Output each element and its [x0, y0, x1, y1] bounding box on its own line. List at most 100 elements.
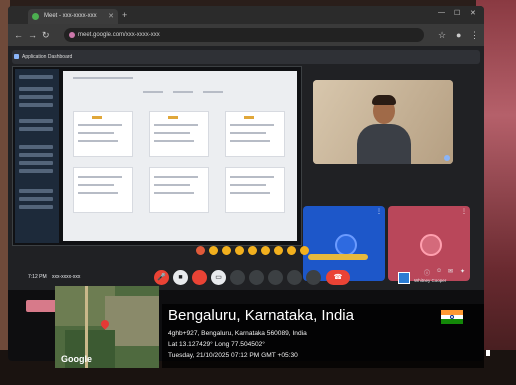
- participant-label: Whitney Cooper: [414, 278, 447, 283]
- reaction-think-icon[interactable]: [287, 246, 296, 255]
- forward-icon[interactable]: →: [28, 29, 37, 41]
- card-line: [78, 192, 118, 194]
- close-tab-icon[interactable]: ✕: [108, 9, 114, 24]
- shared-sidebar-item: [19, 119, 53, 123]
- camera-icon: ■: [178, 274, 183, 281]
- shared-screen: [12, 66, 302, 246]
- bookmark-star-icon[interactable]: ☆: [438, 29, 446, 41]
- doc-tab: [173, 91, 193, 93]
- maximize-icon[interactable]: ☐: [454, 9, 460, 17]
- new-tab-icon[interactable]: +: [122, 9, 127, 22]
- reaction-laugh-icon[interactable]: [248, 246, 257, 255]
- reaction-banner: [308, 254, 368, 260]
- doc-card: [73, 167, 133, 213]
- chat-icon[interactable]: ✉: [448, 268, 453, 275]
- card-line: [154, 132, 190, 134]
- reaction-surprise-icon[interactable]: [261, 246, 270, 255]
- india-flag-icon: [441, 310, 463, 324]
- doc-card: [225, 111, 285, 157]
- reload-icon[interactable]: ↻: [42, 29, 50, 41]
- person-body: [357, 124, 411, 164]
- back-icon[interactable]: ←: [14, 29, 23, 41]
- participant-mini-avatar[interactable]: [398, 272, 410, 284]
- tab-title: Meet - xxx-xxxx-xxx: [44, 13, 97, 19]
- shared-sidebar: [15, 69, 59, 243]
- doc-card: [73, 111, 133, 157]
- geotag-address: 4ghb+927, Bengaluru, Karnataka 560089, I…: [168, 330, 307, 337]
- card-line: [230, 124, 274, 126]
- shared-document: [63, 71, 297, 241]
- shared-sidebar-item: [19, 127, 53, 131]
- card-line: [230, 184, 266, 186]
- meet-header: Application Dashboard: [12, 50, 480, 64]
- reaction-heart-icon[interactable]: [196, 246, 205, 255]
- tile-menu-icon[interactable]: ⋮: [461, 208, 467, 215]
- card-line: [230, 192, 270, 194]
- doc-tab: [143, 91, 163, 93]
- right-panel-controls: Whitney Cooper ⓘ ☺ ✉ ✦: [398, 268, 478, 290]
- present-button[interactable]: [249, 270, 264, 285]
- card-tag: [244, 116, 254, 119]
- reaction-strip: [196, 246, 326, 258]
- reaction-cry-icon[interactable]: [274, 246, 283, 255]
- card-line: [78, 140, 118, 142]
- people-icon[interactable]: ☺: [436, 268, 442, 274]
- shared-sidebar-item: [19, 103, 53, 107]
- geotag-coords: Lat 13.127429° Long 77.504502°: [168, 341, 265, 348]
- reaction-clap-icon[interactable]: [235, 246, 244, 255]
- shared-sidebar-item: [19, 205, 53, 209]
- camera-toggle-button[interactable]: ■: [173, 270, 188, 285]
- geotag-title: Bengaluru, Karnataka, India: [168, 307, 354, 324]
- close-window-icon[interactable]: ✕: [470, 9, 476, 17]
- activities-icon[interactable]: ✦: [460, 268, 465, 275]
- card-line: [230, 132, 266, 134]
- captions-icon: ▭: [215, 274, 222, 281]
- participant-avatar: [335, 234, 357, 256]
- mic-off-icon: 🎤: [157, 274, 166, 281]
- doc-heading: [73, 77, 133, 79]
- menu-dots-icon[interactable]: ⋮: [470, 29, 479, 41]
- doc-card: [225, 167, 285, 213]
- info-icon[interactable]: ⓘ: [424, 268, 430, 277]
- mic-toggle-button[interactable]: 🎤: [154, 270, 169, 285]
- end-call-button[interactable]: ☎: [326, 270, 350, 285]
- map-logo: Google: [61, 354, 92, 364]
- site-info-icon[interactable]: [69, 32, 75, 38]
- participant-avatar: [420, 234, 442, 256]
- mic-status-icon: [444, 155, 450, 161]
- shared-sidebar-item: [19, 145, 53, 149]
- browser-toolbar: ← → ↻ meet.google.com/xxx-xxxx-xxx ☆ ● ⋮: [8, 24, 484, 46]
- reaction-thumbs-up-icon[interactable]: [209, 246, 218, 255]
- card-line: [78, 124, 122, 126]
- card-line: [78, 176, 122, 178]
- more-options-button[interactable]: [306, 270, 321, 285]
- raise-hand-button[interactable]: [268, 270, 283, 285]
- geotag-info-box: Bengaluru, Karnataka, India 4ghb+927, Be…: [162, 304, 484, 368]
- doc-card: [149, 111, 209, 157]
- reaction-party-icon[interactable]: [222, 246, 231, 255]
- call-controls: 🎤 ■ ▭ ☎: [154, 268, 374, 290]
- person-hair: [372, 95, 396, 105]
- meet-favicon-icon: [32, 13, 39, 20]
- profile-icon[interactable]: ●: [456, 29, 461, 41]
- camera-off-button[interactable]: [192, 270, 207, 285]
- browser-tab[interactable]: Meet - xxx-xxxx-xxx ✕: [28, 9, 118, 24]
- doc-card: [149, 167, 209, 213]
- emoji-button[interactable]: [230, 270, 245, 285]
- shared-sidebar-item: [19, 169, 53, 173]
- shared-sidebar-item: [19, 75, 53, 79]
- url-text: meet.google.com/xxx-xxxx-xxx: [78, 32, 160, 38]
- minimize-icon[interactable]: —: [438, 9, 445, 16]
- card-line: [154, 184, 190, 186]
- address-bar[interactable]: meet.google.com/xxx-xxxx-xxx: [64, 28, 424, 42]
- reaction-thumbs-down-icon[interactable]: [300, 246, 309, 255]
- captions-button[interactable]: ▭: [211, 270, 226, 285]
- activities-button[interactable]: [287, 270, 302, 285]
- tile-menu-icon[interactable]: ⋮: [376, 208, 382, 215]
- card-tag: [168, 116, 178, 119]
- participant-camera-tile[interactable]: [313, 80, 453, 164]
- card-line: [78, 184, 114, 186]
- shared-sidebar-item: [19, 153, 53, 157]
- card-tag: [92, 116, 102, 119]
- shared-sidebar-item: [19, 95, 53, 99]
